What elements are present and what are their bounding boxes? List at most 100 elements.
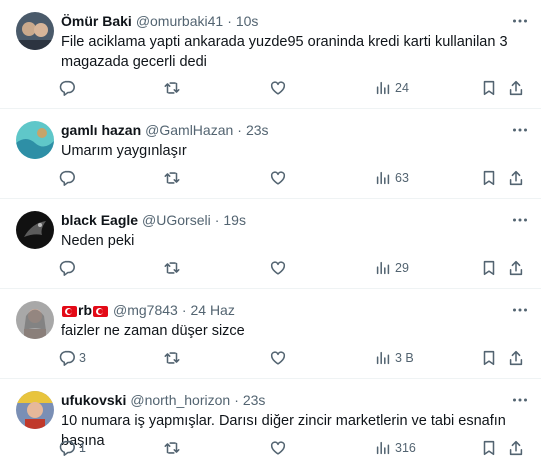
user-handle[interactable]: @omurbaki41 bbox=[136, 13, 223, 29]
reply-icon bbox=[59, 80, 75, 96]
tweet-text: Neden peki bbox=[61, 233, 135, 249]
timestamp[interactable]: 23s bbox=[243, 392, 266, 408]
reply-count: 1 bbox=[79, 441, 86, 455]
avatar[interactable] bbox=[16, 391, 54, 429]
reply-button[interactable] bbox=[58, 258, 76, 278]
share-button[interactable] bbox=[507, 168, 525, 188]
tweet-item[interactable]: gamlı hazan @GamlHazan · 23s Umarım yayg… bbox=[0, 109, 541, 199]
bookmark-icon bbox=[483, 260, 495, 276]
share-button[interactable] bbox=[507, 348, 525, 368]
bookmark-button[interactable] bbox=[480, 258, 498, 278]
tweet-text: File aciklama yapti ankarada yuzde95 ora… bbox=[61, 34, 508, 70]
share-icon bbox=[509, 260, 523, 276]
like-button[interactable] bbox=[269, 78, 287, 98]
tweet-item[interactable]: Ömür Baki @omurbaki41 · 10s File aciklam… bbox=[0, 0, 541, 109]
timestamp[interactable]: 23s bbox=[246, 122, 269, 138]
bookmark-icon bbox=[483, 80, 495, 96]
tweet-header: gamlı hazan @GamlHazan · 23s bbox=[61, 121, 511, 139]
turkey-flag-icon bbox=[62, 305, 77, 317]
bookmark-icon bbox=[483, 350, 495, 366]
bookmark-button[interactable] bbox=[480, 78, 498, 98]
like-button[interactable] bbox=[269, 168, 287, 188]
like-button[interactable] bbox=[269, 348, 287, 368]
reply-button[interactable]: 3 bbox=[58, 348, 86, 368]
more-dots-icon[interactable] bbox=[511, 12, 529, 30]
display-name[interactable]: Ömür Baki bbox=[61, 13, 132, 29]
retweet-icon bbox=[164, 262, 180, 274]
display-name[interactable]: rb bbox=[61, 302, 109, 318]
separator-dot: · bbox=[227, 13, 232, 29]
retweet-button[interactable] bbox=[163, 348, 181, 368]
views-button[interactable]: 63 bbox=[374, 168, 409, 188]
bookmark-button[interactable] bbox=[480, 168, 498, 188]
display-name[interactable]: gamlı hazan bbox=[61, 122, 141, 138]
bookmark-button[interactable] bbox=[480, 348, 498, 368]
reply-icon bbox=[59, 440, 75, 456]
views-chart-icon bbox=[376, 81, 390, 95]
more-dots-icon[interactable] bbox=[511, 391, 529, 409]
heart-icon bbox=[270, 441, 286, 455]
retweet-button[interactable] bbox=[163, 168, 181, 188]
heart-icon bbox=[270, 171, 286, 185]
reply-icon bbox=[59, 350, 75, 366]
timestamp[interactable]: 19s bbox=[223, 212, 246, 228]
user-handle[interactable]: @mg7843 bbox=[113, 302, 178, 318]
share-button[interactable] bbox=[507, 258, 525, 278]
views-button[interactable]: 24 bbox=[374, 78, 409, 98]
heart-icon bbox=[270, 81, 286, 95]
views-chart-icon bbox=[376, 351, 390, 365]
bookmark-icon bbox=[483, 170, 495, 186]
reply-feed: Ömür Baki @omurbaki41 · 10s File aciklam… bbox=[0, 0, 555, 470]
share-icon bbox=[509, 350, 523, 366]
share-button[interactable] bbox=[507, 78, 525, 98]
views-button[interactable]: 29 bbox=[374, 258, 409, 278]
tweet-actions: 1 316 bbox=[52, 438, 529, 458]
views-chart-icon bbox=[376, 171, 390, 185]
more-dots-icon[interactable] bbox=[511, 121, 529, 139]
bookmark-button[interactable] bbox=[480, 438, 498, 458]
timestamp[interactable]: 24 Haz bbox=[190, 302, 234, 318]
tweet-item[interactable]: ufukovski @north_horizon · 23s 10 numara… bbox=[0, 379, 541, 470]
reply-button[interactable] bbox=[58, 78, 76, 98]
tweet-actions: 29 bbox=[52, 258, 529, 278]
views-count: 316 bbox=[395, 441, 416, 455]
retweet-button[interactable] bbox=[163, 78, 181, 98]
user-handle[interactable]: @GamlHazan bbox=[145, 122, 233, 138]
avatar[interactable] bbox=[16, 301, 54, 339]
like-button[interactable] bbox=[269, 258, 287, 278]
retweet-button[interactable] bbox=[163, 258, 181, 278]
avatar[interactable] bbox=[16, 12, 54, 50]
tweet-header: black Eagle @UGorseli · 19s bbox=[61, 211, 511, 229]
heart-icon bbox=[270, 261, 286, 275]
more-dots-icon[interactable] bbox=[511, 211, 529, 229]
user-handle[interactable]: @UGorseli bbox=[142, 212, 211, 228]
display-name[interactable]: ufukovski bbox=[61, 392, 126, 408]
turkey-flag-icon bbox=[93, 305, 108, 317]
more-dots-icon[interactable] bbox=[511, 301, 529, 319]
share-icon bbox=[509, 440, 523, 456]
views-button[interactable]: 3 B bbox=[374, 348, 414, 368]
display-name[interactable]: black Eagle bbox=[61, 212, 138, 228]
avatar[interactable] bbox=[16, 121, 54, 159]
share-button[interactable] bbox=[507, 438, 525, 458]
retweet-button[interactable] bbox=[163, 438, 181, 458]
tweet-header: Ömür Baki @omurbaki41 · 10s bbox=[61, 12, 511, 30]
retweet-icon bbox=[164, 82, 180, 94]
retweet-icon bbox=[164, 352, 180, 364]
reply-count: 3 bbox=[79, 351, 86, 365]
tweet-header: rb @mg7843 · 24 Haz bbox=[61, 301, 511, 319]
tweet-item[interactable]: rb @mg7843 · 24 Haz faizler ne zaman düş… bbox=[0, 289, 541, 379]
reply-button[interactable]: 1 bbox=[58, 438, 86, 458]
tweet-item[interactable]: black Eagle @UGorseli · 19s Neden peki 2… bbox=[0, 199, 541, 289]
separator-dot: · bbox=[234, 392, 239, 408]
share-icon bbox=[509, 80, 523, 96]
views-button[interactable]: 316 bbox=[374, 438, 416, 458]
timestamp[interactable]: 10s bbox=[236, 13, 259, 29]
like-button[interactable] bbox=[269, 438, 287, 458]
reply-button[interactable] bbox=[58, 168, 76, 188]
retweet-icon bbox=[164, 172, 180, 184]
avatar[interactable] bbox=[16, 211, 54, 249]
views-chart-icon bbox=[376, 441, 390, 455]
views-chart-icon bbox=[376, 261, 390, 275]
user-handle[interactable]: @north_horizon bbox=[130, 392, 230, 408]
